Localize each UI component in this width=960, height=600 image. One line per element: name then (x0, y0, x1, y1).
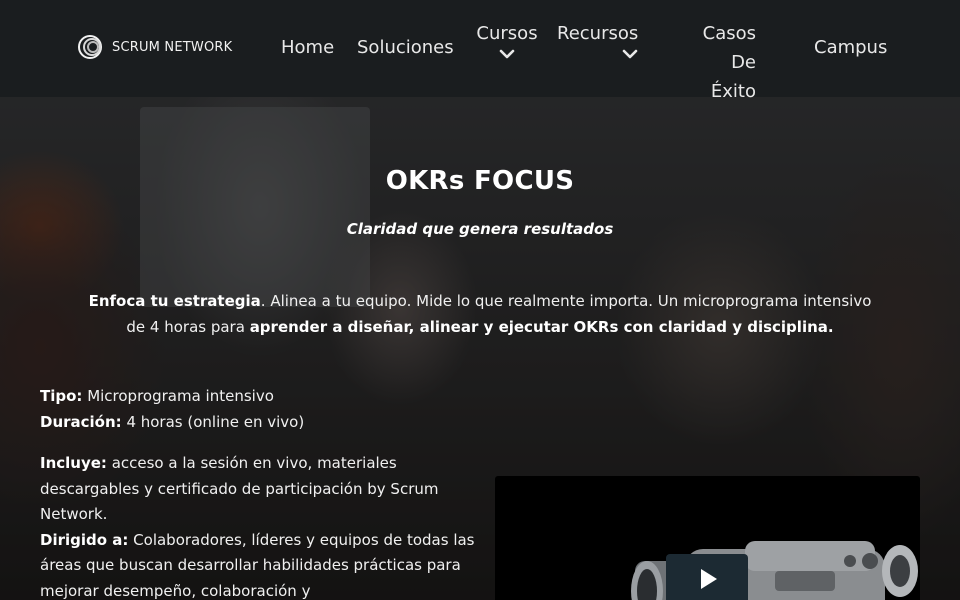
page-subtitle: Claridad que genera resultados (346, 220, 614, 238)
page-title: OKRs FOCUS (385, 166, 575, 196)
nav-recursos-label: Recursos (557, 23, 639, 44)
nav-soluciones[interactable]: Soluciones (357, 33, 454, 62)
logo-mark-icon (76, 33, 110, 61)
detail-duracion-label: Duración: (40, 412, 122, 431)
program-details: Tipo: Microprograma intensivo Duración: … (40, 384, 480, 600)
intro-bold-strategy: Enfoca tu estrategia (88, 292, 261, 310)
nav-cursos-label: Cursos (476, 23, 538, 44)
nav-casos-line1: Casos De (702, 23, 756, 73)
intro-bold-learn: aprender a diseñar, alinear y ejecutar O… (249, 318, 834, 336)
nav-home[interactable]: Home (281, 33, 334, 62)
detail-incluye-label: Incluye: (40, 454, 107, 472)
nav-campus[interactable]: Campus (814, 33, 887, 62)
scrum-network-logo[interactable]: SCRUM NETWORK (76, 33, 232, 61)
chevron-down-icon (498, 48, 516, 60)
detail-dirigido-label: Dirigido a: (40, 530, 129, 549)
detail-tipo-label: Tipo: (40, 387, 83, 405)
detail-tipo-value: Microprograma intensivo (82, 387, 274, 405)
nav-cursos[interactable]: Cursos (476, 19, 538, 60)
play-icon (701, 569, 717, 589)
detail-tipo: Tipo: Microprograma intensivo (40, 384, 480, 410)
nav-recursos[interactable]: Recursos (557, 19, 639, 60)
detail-duracion: Duración: 4 horas (online en vivo) (40, 410, 480, 436)
detail-dirigido: Dirigido a: Colaboradores, líderes y equ… (40, 528, 480, 600)
play-button[interactable] (666, 554, 748, 600)
site-header: SCRUM NETWORK Home Soluciones Cursos Rec… (0, 0, 960, 102)
chevron-down-icon (621, 48, 639, 60)
logo-text: SCRUM NETWORK (112, 39, 233, 55)
detail-duracion-value: 4 horas (online en vivo) (121, 412, 305, 431)
nav-casos-line2: Éxito (710, 81, 756, 102)
detail-incluye: Incluye: acceso a la sesión en vivo, mat… (40, 451, 480, 528)
nav-casos-de-exito[interactable]: Casos De Éxito (672, 19, 756, 106)
video-player[interactable] (495, 476, 920, 600)
intro-paragraph: Enfoca tu estrategia. Alinea a tu equipo… (80, 288, 880, 340)
